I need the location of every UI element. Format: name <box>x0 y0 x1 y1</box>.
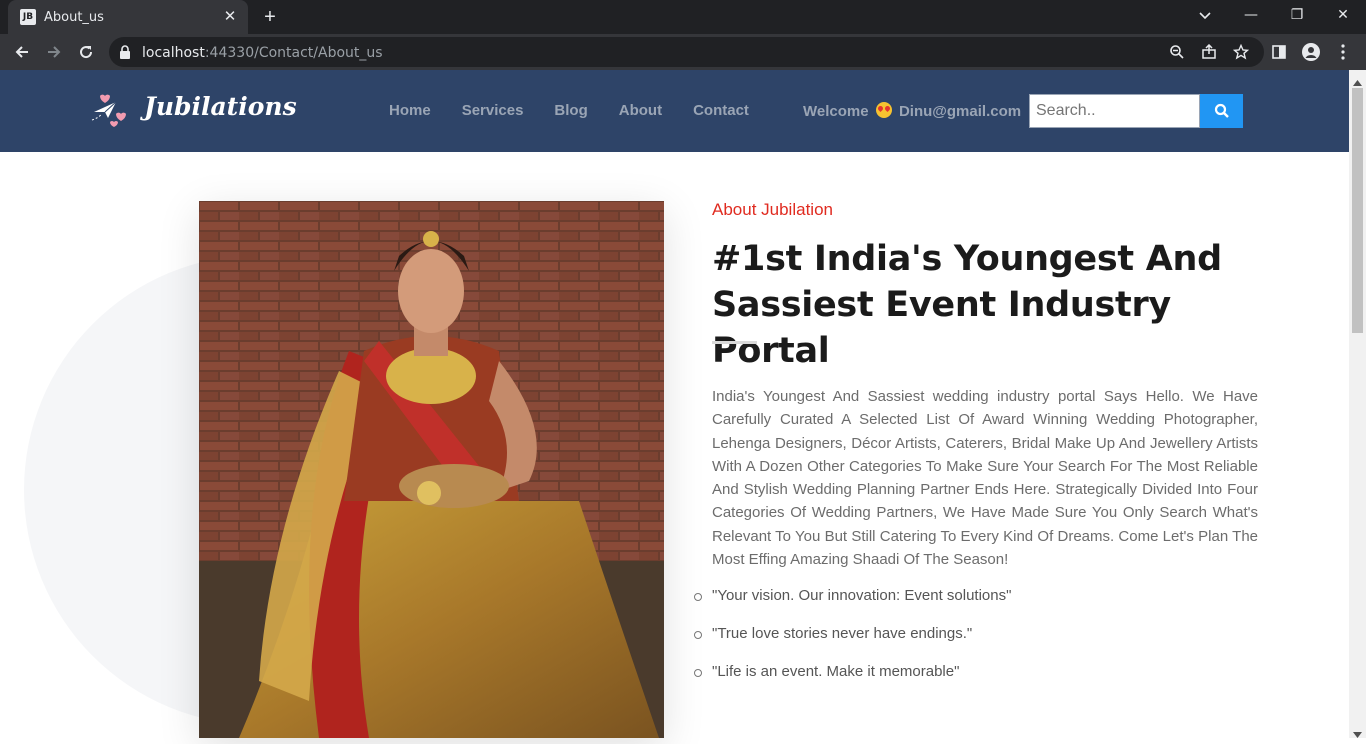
section-eyebrow: About Jubilation <box>712 200 833 219</box>
logo-text[interactable]: Jubilations <box>144 92 297 121</box>
lock-icon[interactable] <box>119 45 133 59</box>
tab-search-icon[interactable] <box>1195 6 1215 26</box>
favicon-icon: JB <box>20 9 36 25</box>
forward-icon[interactable] <box>42 40 66 64</box>
browser-toolbar: localhost:44330/Contact/About_us <box>0 34 1366 70</box>
nav-blog[interactable]: Blog <box>554 102 587 119</box>
new-tab-button[interactable]: + <box>260 7 280 27</box>
nav-services[interactable]: Services <box>462 102 524 119</box>
title-divider <box>712 341 757 344</box>
list-item: "Your vision. Our innovation: Event solu… <box>693 587 1011 625</box>
scrollbar-thumb[interactable] <box>1352 88 1363 333</box>
close-tab-icon[interactable]: ✕ <box>222 9 238 25</box>
nav-home[interactable]: Home <box>389 102 431 119</box>
bride-photo <box>199 201 664 738</box>
menu-kebab-icon[interactable] <box>1334 43 1352 61</box>
reload-icon[interactable] <box>74 40 98 64</box>
share-icon[interactable] <box>1200 43 1218 61</box>
user-email[interactable]: Dinu@gmail.com <box>899 103 1021 120</box>
logo-icon[interactable] <box>90 90 130 130</box>
page-title: #1st India's Youngest And Sassiest Event… <box>712 239 1222 371</box>
search-button[interactable] <box>1200 94 1243 128</box>
browser-tab[interactable]: JB About_us ✕ <box>8 0 248 34</box>
bookmark-star-icon[interactable] <box>1232 43 1250 61</box>
nav-about[interactable]: About <box>619 102 662 119</box>
about-paragraph: India's Youngest And Sassiest wedding in… <box>712 388 1258 569</box>
site-header: Jubilations Home Services Blog About Con… <box>0 70 1349 152</box>
close-window-icon[interactable]: ✕ <box>1320 0 1366 30</box>
welcome-message: Welcome Dinu@gmail.com <box>803 102 1022 120</box>
list-item: "Life is an event. Make it memorable" <box>693 663 1011 701</box>
browser-tab-strip: JB About_us ✕ + — ❐ ✕ <box>0 0 1366 34</box>
scroll-up-icon[interactable] <box>1353 74 1362 86</box>
side-panel-icon[interactable] <box>1270 43 1288 61</box>
tab-title: About_us <box>44 10 104 25</box>
scroll-down-icon[interactable] <box>1353 726 1362 738</box>
restore-icon[interactable]: ❐ <box>1274 0 1320 30</box>
star-eyes-emoji-icon <box>875 102 892 118</box>
minimize-icon[interactable]: — <box>1228 0 1274 30</box>
main-nav: Home Services Blog About Contact <box>389 102 780 119</box>
list-item: "True love stories never have endings." <box>693 625 1011 663</box>
zoom-icon[interactable] <box>1168 43 1186 61</box>
url-text: localhost:44330/Contact/About_us <box>142 45 383 61</box>
page-scrollbar[interactable] <box>1349 70 1366 738</box>
nav-contact[interactable]: Contact <box>693 102 749 119</box>
search-input[interactable] <box>1029 94 1200 128</box>
search-icon <box>1214 103 1229 118</box>
quote-list: "Your vision. Our innovation: Event solu… <box>693 587 1011 701</box>
back-icon[interactable] <box>10 40 34 64</box>
address-bar[interactable]: localhost:44330/Contact/About_us <box>109 37 1264 67</box>
profile-icon[interactable] <box>1302 43 1320 61</box>
